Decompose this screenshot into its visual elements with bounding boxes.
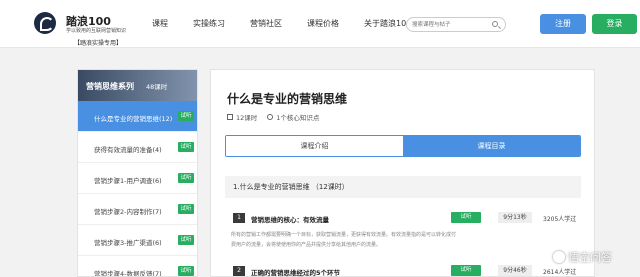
sidebar-item-label: 营销步骤4-数据反馈(7) — [94, 270, 162, 277]
main-nav: 课程 实操练习 营销社区 课程价格 关于踏浪100 — [152, 18, 436, 29]
trial-badge[interactable]: 试听 — [451, 212, 481, 223]
sidebar-title: 营销思维系列 — [86, 82, 134, 91]
sidebar-item-label: 营销步骤3-推广渠道(6) — [94, 239, 162, 247]
lesson-description: 所有的营销工作都需要明确一个目标，获取营销流量，更获得有效流量。有效流量指的是可… — [231, 232, 457, 248]
lessons-count: 12课时 — [236, 114, 258, 122]
sidebar-item-label: 营销步骤1-用户调查(6) — [94, 177, 162, 185]
sidebar-item-label: 什么是专业的营销思维(12) — [94, 115, 173, 123]
trial-badge[interactable]: 试听 — [178, 173, 194, 183]
trial-badge[interactable]: 试听 — [178, 111, 194, 121]
sidebar-item-2[interactable]: 获得有效流量的准备(4) 试听 — [78, 132, 197, 163]
logo-tag: 【踏浪实操专用】 — [74, 40, 123, 47]
sidebar-item-4[interactable]: 营销步骤2-内容制作(7) 试听 — [78, 194, 197, 225]
trial-badge[interactable]: 试听 — [451, 265, 481, 276]
course-main-panel: 什么是专业的营销思维 12课时 1个核心知识点 课程介绍 课程目录 1.什么是专… — [210, 69, 595, 277]
nav-pricing[interactable]: 课程价格 — [307, 18, 339, 29]
login-button[interactable]: 登录 — [592, 14, 637, 34]
search-icon[interactable] — [492, 21, 498, 27]
tab-intro[interactable]: 课程介绍 — [226, 136, 403, 156]
watermark: 悟空问答 — [553, 249, 612, 265]
register-button[interactable]: 注册 — [540, 14, 586, 34]
knowledge-points: 1个核心知识点 — [276, 114, 320, 122]
book-icon — [227, 114, 233, 120]
top-header: 踏浪100 学以致用的互联网营销知识 【踏浪实操专用】 课程 实操练习 营销社区… — [0, 0, 640, 48]
watermark-text: 悟空问答 — [568, 251, 612, 264]
sidebar-item-label: 获得有效流量的准备(4) — [94, 146, 162, 154]
sidebar-item-label: 营销步骤2-内容制作(7) — [94, 208, 162, 216]
trial-badge[interactable]: 试听 — [178, 235, 194, 245]
search-input[interactable] — [412, 19, 492, 31]
course-series-sidebar: 营销思维系列 48课时 什么是专业的营销思维(12) 试听 获得有效流量的准备(… — [77, 69, 198, 277]
lesson-title[interactable]: 营销思维的核心：有效流量 — [251, 214, 329, 224]
nav-about[interactable]: 关于踏浪100 — [364, 18, 411, 29]
lesson-number: 1 — [233, 213, 245, 223]
nav-community[interactable]: 营销社区 — [250, 18, 282, 29]
nav-practice[interactable]: 实操练习 — [193, 18, 225, 29]
search-box — [406, 17, 506, 32]
lesson-title[interactable]: 正确的营销思维经过的5个环节 — [251, 267, 340, 277]
sidebar-item-3[interactable]: 营销步骤1-用户调查(6) 试听 — [78, 163, 197, 194]
course-tabs: 课程介绍 课程目录 — [225, 135, 581, 157]
lesson-row[interactable]: 1 营销思维的核心：有效流量 试听 9分13秒 3205人学过 — [225, 211, 581, 225]
chapter-heading: 1.什么是专业的营销思维 （12课时） — [225, 176, 581, 198]
course-meta: 12课时 1个核心知识点 — [227, 112, 319, 122]
lesson-number: 2 — [233, 266, 245, 276]
lesson-learners: 2614人学过 — [543, 269, 577, 276]
sidebar-item-1[interactable]: 什么是专业的营销思维(12) 试听 — [78, 101, 197, 132]
wukong-logo-icon — [553, 251, 565, 263]
sidebar-header: 营销思维系列 48课时 — [78, 70, 197, 101]
lesson-row[interactable]: 2 正确的营销思维经过的5个环节 试听 9分46秒 2614人学过 — [225, 264, 581, 277]
tab-catalog[interactable]: 课程目录 — [403, 136, 580, 156]
trial-badge[interactable]: 试听 — [178, 204, 194, 214]
lesson-duration: 9分13秒 — [498, 212, 532, 223]
course-title: 什么是专业的营销思维 — [227, 92, 348, 106]
trial-badge[interactable]: 试听 — [178, 142, 194, 152]
logo-icon[interactable] — [34, 12, 56, 34]
lesson-learners: 3205人学过 — [543, 216, 577, 223]
knowledge-icon — [267, 114, 274, 120]
nav-courses[interactable]: 课程 — [152, 18, 168, 29]
sidebar-lesson-count: 48课时 — [146, 83, 168, 91]
sidebar-item-6[interactable]: 营销步骤4-数据反馈(7) 试听 — [78, 256, 197, 277]
sidebar-item-5[interactable]: 营销步骤3-推广渠道(6) 试听 — [78, 225, 197, 256]
lesson-duration: 9分46秒 — [498, 265, 532, 276]
trial-badge[interactable]: 试听 — [178, 266, 194, 276]
logo-subtitle: 学以致用的互联网营销知识 — [66, 28, 127, 34]
